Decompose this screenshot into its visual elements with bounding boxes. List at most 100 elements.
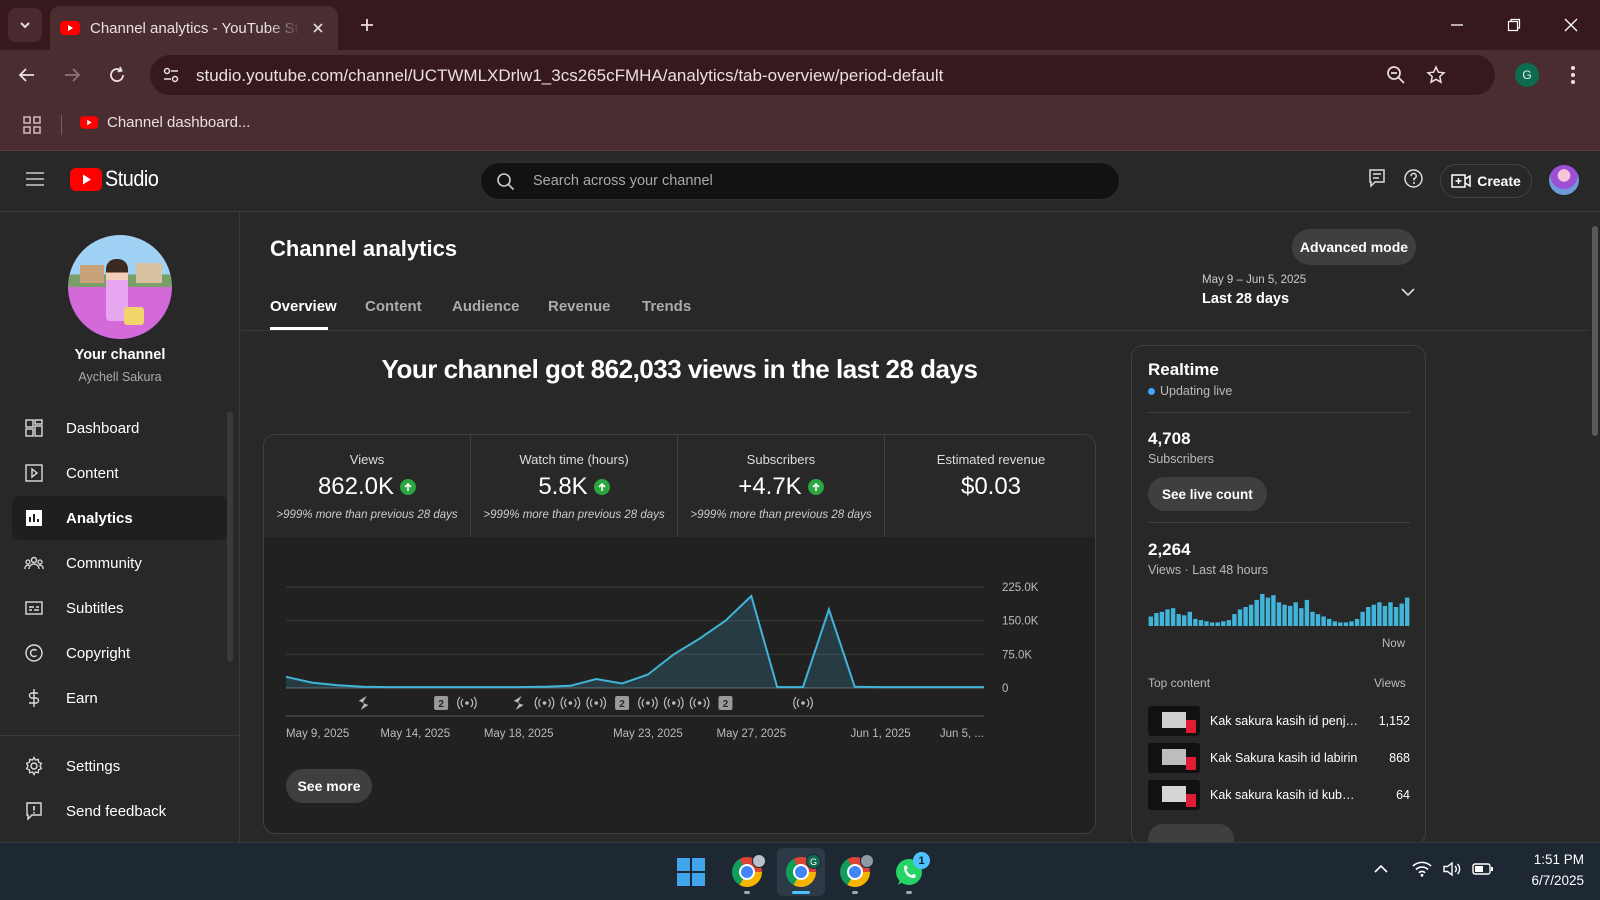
bookmark-star-icon[interactable] <box>1426 65 1446 85</box>
y-tick-label: 75.0K <box>1002 649 1032 661</box>
metric-subscribers[interactable]: Subscribers +4.7K >999% more than previo… <box>678 435 885 537</box>
site-info-icon[interactable] <box>162 66 180 84</box>
metric-estimated-revenue[interactable]: Estimated revenue $0.03 <box>885 435 1095 537</box>
browser-tab-active[interactable]: Channel analytics - YouTube Studio <box>50 6 338 50</box>
reload-button[interactable] <box>100 58 134 92</box>
realtime-bar <box>1276 602 1282 626</box>
live-marker-icon[interactable] <box>534 696 555 710</box>
video-thumbnail <box>1148 743 1200 773</box>
realtime-bar-chart[interactable] <box>1148 586 1410 626</box>
live-marker-icon[interactable] <box>457 696 477 710</box>
hamburger-menu-icon[interactable] <box>25 171 45 187</box>
clock-date[interactable]: 6/7/2025 <box>1500 873 1584 888</box>
tab-title: Channel analytics - YouTube Studio <box>90 19 300 37</box>
clock-time[interactable]: 1:51 PM <box>1500 852 1584 867</box>
battery-icon[interactable] <box>1472 862 1494 876</box>
running-indicator <box>744 891 750 894</box>
sidebar-item-earn[interactable]: Earn <box>12 676 228 720</box>
arrow-right-icon <box>65 68 81 82</box>
zoom-icon[interactable] <box>1386 65 1406 85</box>
messages-icon[interactable] <box>1367 168 1387 188</box>
sidebar-item-label: Community <box>66 554 142 572</box>
close-window-button[interactable] <box>1551 10 1591 40</box>
create-label: Create <box>1477 173 1521 189</box>
taskbar-whatsapp[interactable]: 1 <box>885 848 933 896</box>
metric-value: +4.7K <box>738 473 802 500</box>
tab-close-button[interactable] <box>308 18 328 38</box>
browser-menu-button[interactable] <box>1556 58 1590 92</box>
sidebar-item-dashboard[interactable]: Dashboard <box>12 406 228 450</box>
account-avatar[interactable] <box>1549 165 1579 195</box>
sidebar-item-settings[interactable]: Settings <box>12 744 228 788</box>
live-marker-icon[interactable] <box>560 696 581 710</box>
tab-audience[interactable]: Audience <box>452 298 520 315</box>
taskbar-chrome-profile-3[interactable] <box>831 848 879 896</box>
wifi-icon[interactable] <box>1412 861 1432 877</box>
scrollbar-thumb[interactable] <box>1592 226 1598 436</box>
see-more-button[interactable]: See more <box>286 769 372 803</box>
taskbar-chrome-profile-g[interactable]: G <box>777 848 825 896</box>
tab-search-button[interactable] <box>8 8 42 42</box>
page-scrollbar[interactable] <box>1590 212 1600 842</box>
volume-icon[interactable] <box>1442 861 1462 877</box>
tab-revenue[interactable]: Revenue <box>548 298 611 315</box>
metric-watch-time[interactable]: Watch time (hours) 5.8K >999% more than … <box>471 435 678 537</box>
sidebar-item-copyright[interactable]: Copyright <box>12 631 228 675</box>
tab-overview[interactable]: Overview <box>270 298 337 315</box>
realtime-bar <box>1315 614 1321 626</box>
shorts-marker-icon[interactable] <box>358 696 369 710</box>
apps-grid-icon[interactable] <box>22 115 42 135</box>
advanced-mode-button[interactable]: Advanced mode <box>1292 229 1416 265</box>
minimize-button[interactable] <box>1437 10 1477 40</box>
realtime-status-text: Updating live <box>1160 384 1233 398</box>
live-marker-icon[interactable] <box>793 696 813 710</box>
realtime-bar <box>1310 611 1315 626</box>
realtime-bar <box>1371 604 1376 626</box>
sidebar-item-label: Copyright <box>66 644 131 662</box>
studio-logo[interactable]: Studio <box>70 166 164 192</box>
live-marker-icon[interactable] <box>586 696 607 710</box>
search-input[interactable]: Search across your channel <box>480 162 1120 200</box>
profile-avatar[interactable]: G <box>1515 63 1539 87</box>
analytics-icon <box>26 510 42 526</box>
bookmark-channel-dashboard[interactable]: Channel dashboard... <box>80 114 250 131</box>
sidebar-item-send-feedback[interactable]: Send feedback <box>12 789 228 833</box>
live-marker-icon[interactable] <box>689 696 710 710</box>
chevron-up-icon[interactable] <box>1374 864 1388 874</box>
start-button[interactable] <box>667 848 715 896</box>
forward-button[interactable] <box>55 58 89 92</box>
bookmarks-bar: Channel dashboard... <box>0 100 1600 151</box>
top-content-row[interactable]: Kak Sakura kasih id labirin 868 <box>1148 742 1410 774</box>
see-live-count-button[interactable]: See live count <box>1148 477 1267 511</box>
realtime-bar <box>1399 603 1404 626</box>
help-icon[interactable] <box>1403 168 1424 189</box>
back-button[interactable] <box>10 58 44 92</box>
top-content-row[interactable]: Kak sakura kasih id kuburan 64 <box>1148 779 1410 811</box>
sidebar-scrollbar[interactable] <box>227 412 233 662</box>
create-button[interactable]: Create <box>1440 164 1532 198</box>
realtime-bar <box>1176 614 1181 626</box>
channel-avatar[interactable] <box>68 235 172 339</box>
metric-views[interactable]: Views 862.0K >999% more than previous 28… <box>264 435 471 537</box>
trend-up-icon <box>807 479 824 495</box>
date-range-picker[interactable]: May 9 – Jun 5, 2025 Last 28 days <box>1202 274 1424 314</box>
new-tab-button[interactable] <box>354 12 380 38</box>
views-chart[interactable]: 225.0K 150.0K 75.0K 0 May 9, 2025 May 14, 20… <box>264 537 1096 762</box>
top-content-row[interactable]: Kak sakura kasih id penjara 1,152 <box>1148 705 1410 737</box>
live-marker-icon[interactable] <box>638 696 658 710</box>
live-marker-icon[interactable] <box>663 696 684 710</box>
sidebar-item-community[interactable]: Community <box>12 541 228 585</box>
address-bar[interactable]: studio.youtube.com/channel/UCTWMLXDrlw1_… <box>150 55 1495 95</box>
browser-tab-strip: Channel analytics - YouTube Studio <box>0 0 1600 50</box>
sidebar-item-subtitles[interactable]: Subtitles <box>12 586 228 630</box>
trend-up-icon <box>400 479 417 495</box>
sidebar-item-analytics[interactable]: Analytics <box>12 496 228 540</box>
taskbar-chrome-profile-1[interactable] <box>723 848 771 896</box>
tab-trends[interactable]: Trends <box>642 298 691 315</box>
restore-button[interactable] <box>1494 10 1534 40</box>
channel-heading: Your channel <box>74 347 166 363</box>
shorts-marker-icon[interactable] <box>513 696 524 710</box>
tab-content[interactable]: Content <box>365 298 422 315</box>
realtime-bar <box>1293 602 1298 626</box>
sidebar-item-content[interactable]: Content <box>12 451 228 495</box>
